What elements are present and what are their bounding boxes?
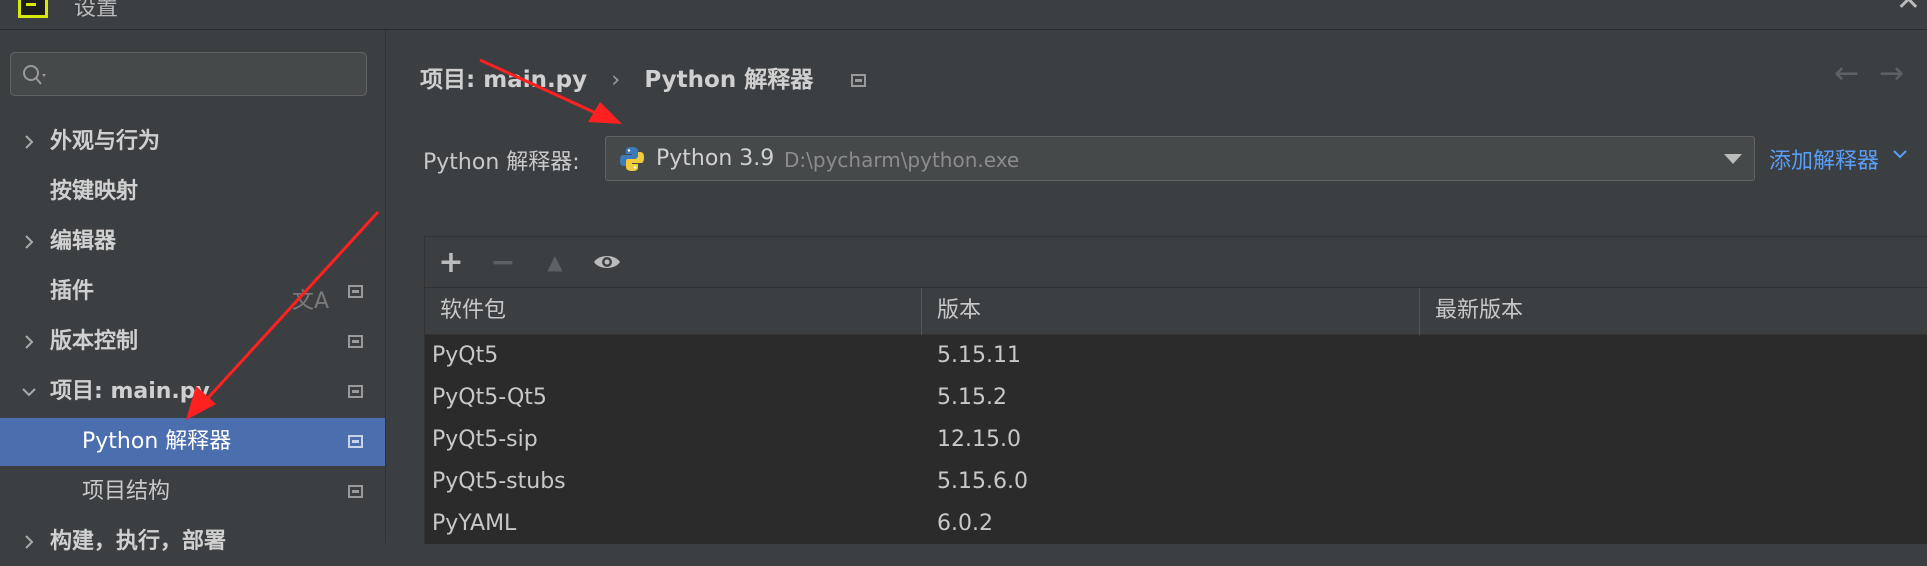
- package-version: 12.15.0: [937, 427, 1021, 452]
- sidebar-item-python-interpreter[interactable]: Python 解释器: [0, 418, 385, 466]
- minus-icon: −: [490, 244, 516, 280]
- upgrade-package-button[interactable]: ▲: [535, 237, 575, 287]
- project-level-icon: [348, 435, 363, 448]
- column-header-package[interactable]: 软件包: [425, 288, 922, 336]
- sidebar-item-keymap[interactable]: 按键映射: [0, 168, 385, 216]
- package-version: 5.15.2: [937, 385, 1007, 410]
- breadcrumb-separator: ›: [611, 67, 621, 93]
- table-header: 软件包 版本 最新版本: [425, 287, 1927, 336]
- sidebar-item-project[interactable]: 项目: main.py: [0, 368, 385, 416]
- sidebar-item-label: 插件: [50, 279, 95, 304]
- column-header-latest-version[interactable]: 最新版本: [1420, 288, 1927, 336]
- interpreter-select[interactable]: Python 3.9 D:\pycharm\python.exe: [605, 136, 1755, 181]
- package-name: PyQt5-Qt5: [432, 385, 547, 410]
- sidebar-item-build[interactable]: 构建，执行，部署: [0, 518, 385, 566]
- package-toolbar: + − ▲: [425, 237, 1927, 287]
- sidebar-item-plugins[interactable]: 插件 文A: [0, 268, 385, 316]
- search-input[interactable]: [57, 59, 361, 91]
- app-logo-icon: [18, 0, 48, 18]
- interpreter-label: Python 解释器:: [423, 150, 580, 175]
- sidebar-item-version-control[interactable]: 版本控制: [0, 318, 385, 366]
- table-row[interactable]: PyQt5 5.15.11: [425, 335, 1927, 377]
- sidebar-item-label: 构建，执行，部署: [50, 529, 227, 554]
- sidebar-item-label: 项目结构: [82, 479, 171, 504]
- sidebar-item-appearance[interactable]: 外观与行为: [0, 118, 385, 166]
- chevron-right-icon[interactable]: [20, 218, 38, 266]
- chevron-right-icon[interactable]: [20, 518, 38, 566]
- package-name: PyYAML: [432, 511, 517, 536]
- column-header-version[interactable]: 版本: [922, 288, 1420, 336]
- python-logo-icon: [620, 147, 644, 171]
- project-level-icon: [348, 385, 363, 398]
- sidebar-item-label: 项目: main.py: [50, 379, 210, 404]
- chevron-right-icon[interactable]: [20, 118, 38, 166]
- package-name: PyQt5-sip: [432, 427, 538, 452]
- package-table-panel: + − ▲ 软件包 版本 最新版本 PyQt5 5.15.11 PyQt5-Qt…: [424, 236, 1927, 544]
- table-row[interactable]: PyYAML 6.0.2: [425, 503, 1927, 545]
- plus-icon: +: [438, 244, 464, 280]
- package-version: 5.15.11: [937, 343, 1021, 368]
- breadcrumb: 项目: main.py › Python 解释器: [420, 60, 867, 94]
- add-interpreter-link[interactable]: 添加解释器: [1769, 143, 1879, 175]
- forward-arrow-icon[interactable]: →: [1879, 56, 1904, 91]
- settings-content: 项目: main.py › Python 解释器 ← → Python 解释器:…: [386, 30, 1927, 544]
- sidebar-item-label: 外观与行为: [50, 129, 161, 154]
- search-icon: [23, 65, 46, 85]
- sidebar-item-label: 版本控制: [50, 329, 139, 354]
- chevron-down-icon[interactable]: [20, 368, 38, 416]
- sidebar-item-project-structure[interactable]: 项目结构: [0, 468, 385, 516]
- table-row[interactable]: PyQt5-Qt5 5.15.2: [425, 377, 1927, 419]
- project-level-icon: [348, 335, 363, 348]
- project-level-icon: [348, 485, 363, 498]
- remove-package-button[interactable]: −: [483, 237, 523, 287]
- project-level-icon: [851, 74, 867, 87]
- breadcrumb-parent[interactable]: 项目: main.py: [420, 67, 587, 93]
- sidebar-item-label: 按键映射: [50, 179, 139, 204]
- sidebar-item-editor[interactable]: 编辑器: [0, 218, 385, 266]
- close-icon[interactable]: ✕: [1896, 0, 1921, 16]
- sidebar-item-label: Python 解释器: [82, 429, 232, 454]
- window-title: 设置: [74, 0, 119, 21]
- show-early-releases-button[interactable]: [587, 237, 627, 287]
- table-row[interactable]: PyQt5-sip 12.15.0: [425, 419, 1927, 461]
- project-level-icon: [348, 285, 363, 298]
- dropdown-arrow-icon[interactable]: [1724, 154, 1742, 164]
- triangle-up-icon: ▲: [547, 250, 563, 274]
- settings-search[interactable]: [10, 52, 367, 96]
- chevron-down-icon[interactable]: [1892, 148, 1908, 160]
- package-version: 6.0.2: [937, 511, 993, 536]
- back-arrow-icon[interactable]: ←: [1834, 56, 1859, 91]
- eye-icon: [594, 256, 620, 268]
- add-package-button[interactable]: +: [431, 237, 471, 287]
- package-name: PyQt5-stubs: [432, 469, 566, 494]
- settings-sidebar: 外观与行为 按键映射 编辑器 插件 文A 版本控制 项目: main.py Py…: [0, 30, 386, 554]
- table-body: PyQt5 5.15.11 PyQt5-Qt5 5.15.2 PyQt5-sip…: [425, 335, 1927, 544]
- package-name: PyQt5: [432, 343, 499, 368]
- interpreter-name: Python 3.9: [656, 146, 775, 171]
- table-row[interactable]: PyQt5-stubs 5.15.6.0: [425, 461, 1927, 503]
- interpreter-path: D:\pycharm\python.exe: [784, 148, 1020, 172]
- sidebar-item-label: 编辑器: [50, 229, 117, 254]
- title-bar: 设置 ✕: [0, 0, 1927, 30]
- chevron-right-icon[interactable]: [20, 318, 38, 366]
- package-version: 5.15.6.0: [937, 469, 1028, 494]
- breadcrumb-current: Python 解释器: [644, 67, 814, 93]
